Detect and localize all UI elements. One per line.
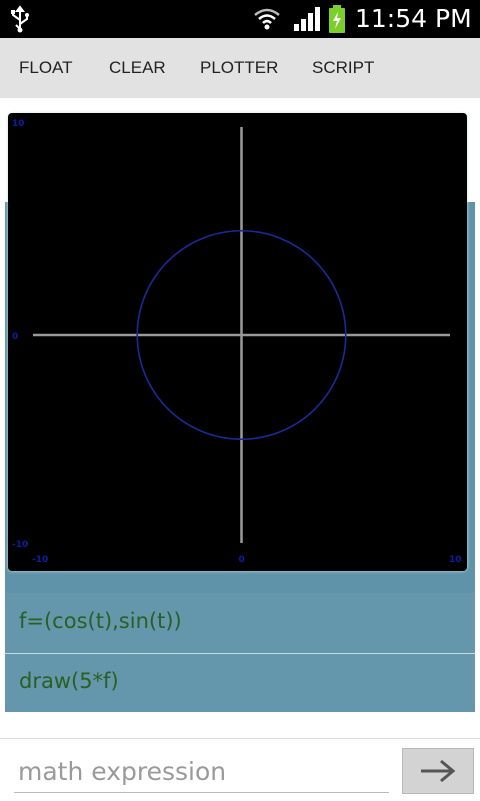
clear-button[interactable]: CLEAR bbox=[109, 38, 166, 98]
history-expression: draw(5*f) bbox=[19, 669, 119, 693]
signal-icon bbox=[294, 7, 320, 31]
y-tick-label: 0 bbox=[12, 332, 18, 342]
x-tick-label: -10 bbox=[32, 555, 48, 565]
wifi-icon bbox=[254, 8, 280, 30]
x-tick-label: 0 bbox=[239, 555, 245, 565]
history-expression: f=(cos(t),sin(t)) bbox=[19, 609, 182, 633]
toolbar: FLOAT CLEAR PLOTTER SCRIPT bbox=[0, 38, 480, 98]
status-clock: 11:54 PM bbox=[355, 4, 472, 33]
history-row[interactable]: f=(cos(t),sin(t)) bbox=[5, 593, 475, 653]
status-bar: 11:54 PM bbox=[0, 0, 480, 38]
plotter-button[interactable]: PLOTTER bbox=[200, 38, 278, 98]
submit-button[interactable] bbox=[402, 748, 474, 794]
battery-charging-icon bbox=[329, 5, 345, 33]
plot-canvas[interactable]: 10 0 -10 -10 0 10 bbox=[8, 113, 467, 571]
usb-icon bbox=[11, 5, 29, 33]
math-expression-input[interactable] bbox=[14, 751, 389, 793]
arrow-right-icon bbox=[421, 759, 456, 783]
script-button[interactable]: SCRIPT bbox=[312, 38, 374, 98]
history-row[interactable]: draw(5*f) bbox=[5, 654, 475, 712]
input-bar bbox=[0, 738, 480, 801]
y-tick-label: 10 bbox=[12, 119, 25, 129]
y-tick-label: -10 bbox=[12, 540, 28, 550]
x-tick-label: 10 bbox=[449, 555, 462, 565]
float-button[interactable]: FLOAT bbox=[19, 38, 73, 98]
